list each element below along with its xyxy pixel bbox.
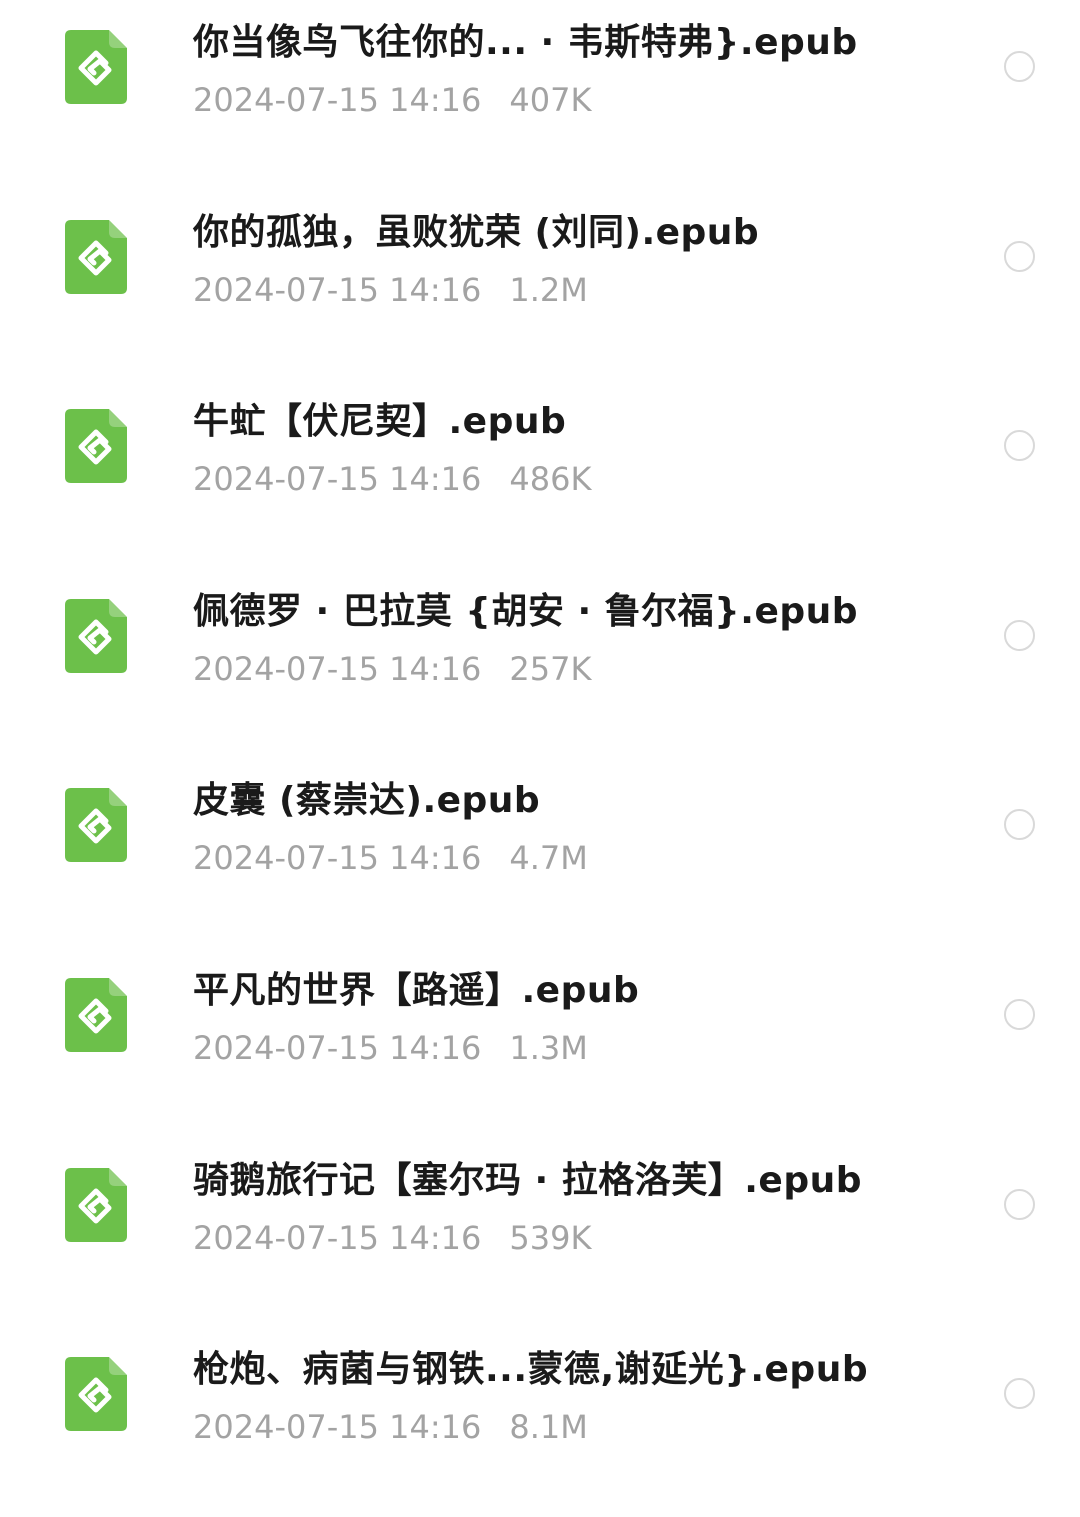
- file-date: 2024-07-15 14:16: [193, 1029, 482, 1067]
- epub-file-icon: [65, 599, 127, 673]
- file-meta: 2024-07-15 14:16 8.1M: [193, 1407, 588, 1447]
- epub-file-icon: [65, 30, 127, 104]
- select-radio[interactable]: [1004, 1378, 1035, 1409]
- file-name: 你当像鸟飞往你的... · 韦斯特弗}.epub: [193, 22, 858, 63]
- file-name: 骑鹅旅行记【塞尔玛 · 拉格洛芙】.epub: [193, 1160, 863, 1201]
- file-meta: 2024-07-15 14:16 407K: [193, 80, 591, 120]
- file-date: 2024-07-15 14:16: [193, 1219, 482, 1257]
- file-name: 佩德罗 · 巴拉莫 {胡安 · 鲁尔福}.epub: [193, 591, 859, 632]
- file-size: 407K: [509, 81, 592, 119]
- file-date: 2024-07-15 14:16: [193, 1408, 482, 1446]
- select-radio[interactable]: [1004, 620, 1035, 651]
- epub-file-icon: [65, 788, 127, 862]
- select-radio[interactable]: [1004, 1189, 1035, 1220]
- file-name: 牛虻【伏尼契】.epub: [193, 401, 567, 442]
- epub-file-icon: [65, 220, 127, 294]
- file-size: 1.2M: [509, 271, 588, 309]
- file-row[interactable]: 你的孤独，虽败犹荣 (刘同).epub 2024-07-15 14:16 1.2M: [0, 190, 1080, 380]
- file-date: 2024-07-15 14:16: [193, 839, 482, 877]
- epub-file-icon: [65, 978, 127, 1052]
- file-name: 你的孤独，虽败犹荣 (刘同).epub: [193, 212, 760, 253]
- file-size: 257K: [509, 650, 592, 688]
- select-radio[interactable]: [1004, 999, 1035, 1030]
- file-meta: 2024-07-15 14:16 1.3M: [193, 1028, 588, 1068]
- file-size: 4.7M: [509, 839, 588, 877]
- file-date: 2024-07-15 14:16: [193, 81, 482, 119]
- file-meta: 2024-07-15 14:16 4.7M: [193, 838, 588, 878]
- file-row[interactable]: 牛虻【伏尼契】.epub 2024-07-15 14:16 486K: [0, 379, 1080, 569]
- file-row[interactable]: 枪炮、病菌与钢铁...蒙德,谢延光}.epub 2024-07-15 14:16…: [0, 1327, 1080, 1517]
- file-name: 皮囊 (蔡崇达).epub: [193, 780, 541, 821]
- file-meta: 2024-07-15 14:16 1.2M: [193, 270, 588, 310]
- file-row[interactable]: 骑鹅旅行记【塞尔玛 · 拉格洛芙】.epub 2024-07-15 14:16 5…: [0, 1138, 1080, 1328]
- file-row[interactable]: 平凡的世界【路遥】.epub 2024-07-15 14:16 1.3M: [0, 948, 1080, 1138]
- file-row[interactable]: 佩德罗 · 巴拉莫 {胡安 · 鲁尔福}.epub 2024-07-15 14:…: [0, 569, 1080, 759]
- file-date: 2024-07-15 14:16: [193, 271, 482, 309]
- file-size: 486K: [509, 460, 592, 498]
- epub-file-icon: [65, 409, 127, 483]
- file-row[interactable]: 皮囊 (蔡崇达).epub 2024-07-15 14:16 4.7M: [0, 758, 1080, 948]
- select-radio[interactable]: [1004, 51, 1035, 82]
- select-radio[interactable]: [1004, 241, 1035, 272]
- file-size: 1.3M: [509, 1029, 588, 1067]
- file-row[interactable]: 你当像鸟飞往你的... · 韦斯特弗}.epub 2024-07-15 14:1…: [0, 0, 1080, 190]
- file-date: 2024-07-15 14:16: [193, 650, 482, 688]
- file-meta: 2024-07-15 14:16 539K: [193, 1218, 591, 1258]
- epub-file-icon: [65, 1168, 127, 1242]
- file-list: 你当像鸟飞往你的... · 韦斯特弗}.epub 2024-07-15 14:1…: [0, 0, 1080, 1446]
- epub-file-icon: [65, 1357, 127, 1431]
- file-date: 2024-07-15 14:16: [193, 460, 482, 498]
- file-name: 平凡的世界【路遥】.epub: [193, 970, 640, 1011]
- file-name: 枪炮、病菌与钢铁...蒙德,谢延光}.epub: [193, 1349, 869, 1390]
- select-radio[interactable]: [1004, 430, 1035, 461]
- file-meta: 2024-07-15 14:16 486K: [193, 459, 591, 499]
- select-radio[interactable]: [1004, 809, 1035, 840]
- file-meta: 2024-07-15 14:16 257K: [193, 649, 591, 689]
- file-size: 539K: [509, 1219, 592, 1257]
- file-size: 8.1M: [509, 1408, 588, 1446]
